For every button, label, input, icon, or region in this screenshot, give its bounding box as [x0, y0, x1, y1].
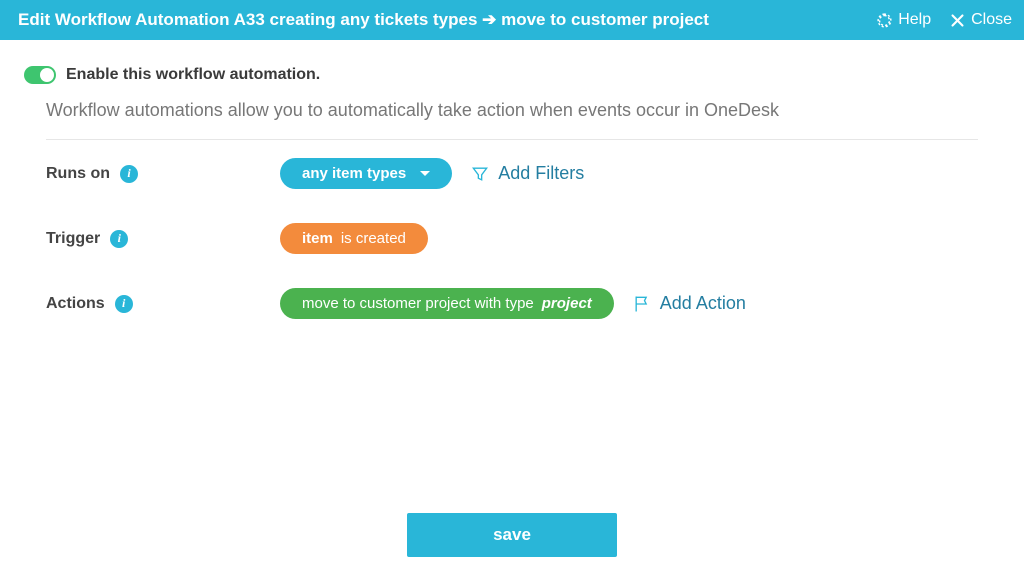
trigger-label: Trigger: [46, 230, 100, 248]
runs-on-value: any item types: [302, 165, 406, 182]
flag-icon: [632, 294, 652, 314]
help-label: Help: [898, 11, 931, 29]
save-button[interactable]: save: [407, 513, 617, 557]
actions-row: Actions i move to customer project with …: [24, 288, 978, 319]
close-label: Close: [971, 11, 1012, 29]
close-icon: [949, 12, 966, 29]
runs-on-dropdown[interactable]: any item types: [280, 158, 452, 189]
enable-toggle-row: Enable this workflow automation.: [24, 66, 978, 84]
chevron-down-icon: [420, 171, 430, 176]
help-button[interactable]: Help: [876, 11, 931, 29]
dialog-header: Edit Workflow Automation A33 creating an…: [0, 0, 1024, 40]
enable-toggle[interactable]: [24, 66, 56, 84]
enable-toggle-label: Enable this workflow automation.: [66, 66, 320, 84]
add-filters-button[interactable]: Add Filters: [470, 163, 584, 184]
add-action-button[interactable]: Add Action: [632, 293, 746, 314]
add-action-label: Add Action: [660, 293, 746, 314]
info-icon[interactable]: i: [110, 230, 128, 248]
trigger-pill[interactable]: item is created: [280, 223, 428, 254]
dialog-content: Enable this workflow automation. Workflo…: [0, 40, 1024, 319]
runs-on-label: Runs on: [46, 165, 110, 183]
action-text: move to customer project with type: [302, 295, 534, 312]
dialog-title: Edit Workflow Automation A33 creating an…: [18, 10, 709, 30]
runs-on-row: Runs on i any item types Add Filters: [24, 158, 978, 189]
info-icon[interactable]: i: [120, 165, 138, 183]
info-icon[interactable]: i: [115, 295, 133, 313]
description-text: Workflow automations allow you to automa…: [46, 100, 978, 140]
close-button[interactable]: Close: [949, 11, 1012, 29]
trigger-subject: item: [302, 230, 333, 247]
help-icon: [876, 12, 893, 29]
action-pill[interactable]: move to customer project with type proje…: [280, 288, 614, 319]
header-actions: Help Close: [876, 11, 1012, 29]
actions-label: Actions: [46, 295, 105, 313]
trigger-row: Trigger i item is created: [24, 223, 978, 254]
save-row: save: [0, 513, 1024, 557]
filter-icon: [470, 164, 490, 184]
add-filters-label: Add Filters: [498, 163, 584, 184]
trigger-verb: is created: [341, 230, 406, 247]
toggle-knob: [40, 68, 54, 82]
action-type: project: [542, 295, 592, 312]
